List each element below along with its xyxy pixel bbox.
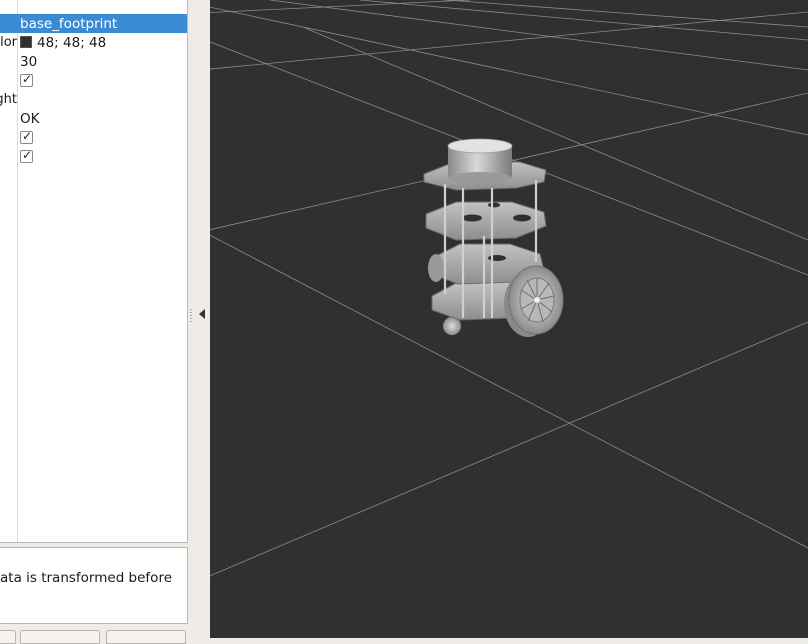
fixed-frame-row[interactable]: base_footprint [0,14,187,33]
3d-scene [210,0,808,577]
splitter-grip[interactable] [190,309,192,323]
background-color-label: Background Color [0,35,17,50]
option-checkbox-2[interactable] [20,129,33,144]
default-light-label: Default Light [0,92,17,107]
panel-button-1[interactable] [0,630,16,644]
frame-rate-row[interactable]: 30 [0,52,187,71]
property-tree[interactable]: base_footprint Background Color 48; 48; … [0,0,188,543]
displays-panel: base_footprint Background Color 48; 48; … [0,0,188,644]
turtlebot-model[interactable] [423,138,564,337]
option-checkbox-row-1[interactable] [0,71,187,90]
panel-button-2[interactable] [20,630,100,644]
option-checkbox-1[interactable] [20,72,33,87]
3d-viewport[interactable] [210,0,808,638]
default-light-row[interactable]: Default Light [0,90,187,109]
color-swatch[interactable] [20,36,32,48]
option-checkbox-row-3[interactable] [0,147,187,166]
option-checkbox-3[interactable] [20,148,33,163]
description-text: ata is transformed before [0,570,172,586]
panel-splitter[interactable] [188,0,210,638]
background-color-text: 48; 48; 48 [37,35,107,51]
frame-rate-value[interactable]: 30 [20,54,37,70]
status-value: OK [20,111,40,127]
status-row[interactable]: OK [0,109,187,128]
background-color-value[interactable]: 48; 48; 48 [20,35,106,51]
collapse-left-icon[interactable] [199,309,205,319]
panel-button-3[interactable] [106,630,186,644]
property-description: ata is transformed before [0,547,188,624]
option-checkbox-row-2[interactable] [0,128,187,147]
left-wheel [428,254,444,282]
fixed-frame-value[interactable]: base_footprint [20,16,117,32]
background-color-row[interactable]: Background Color 48; 48; 48 [0,33,187,52]
